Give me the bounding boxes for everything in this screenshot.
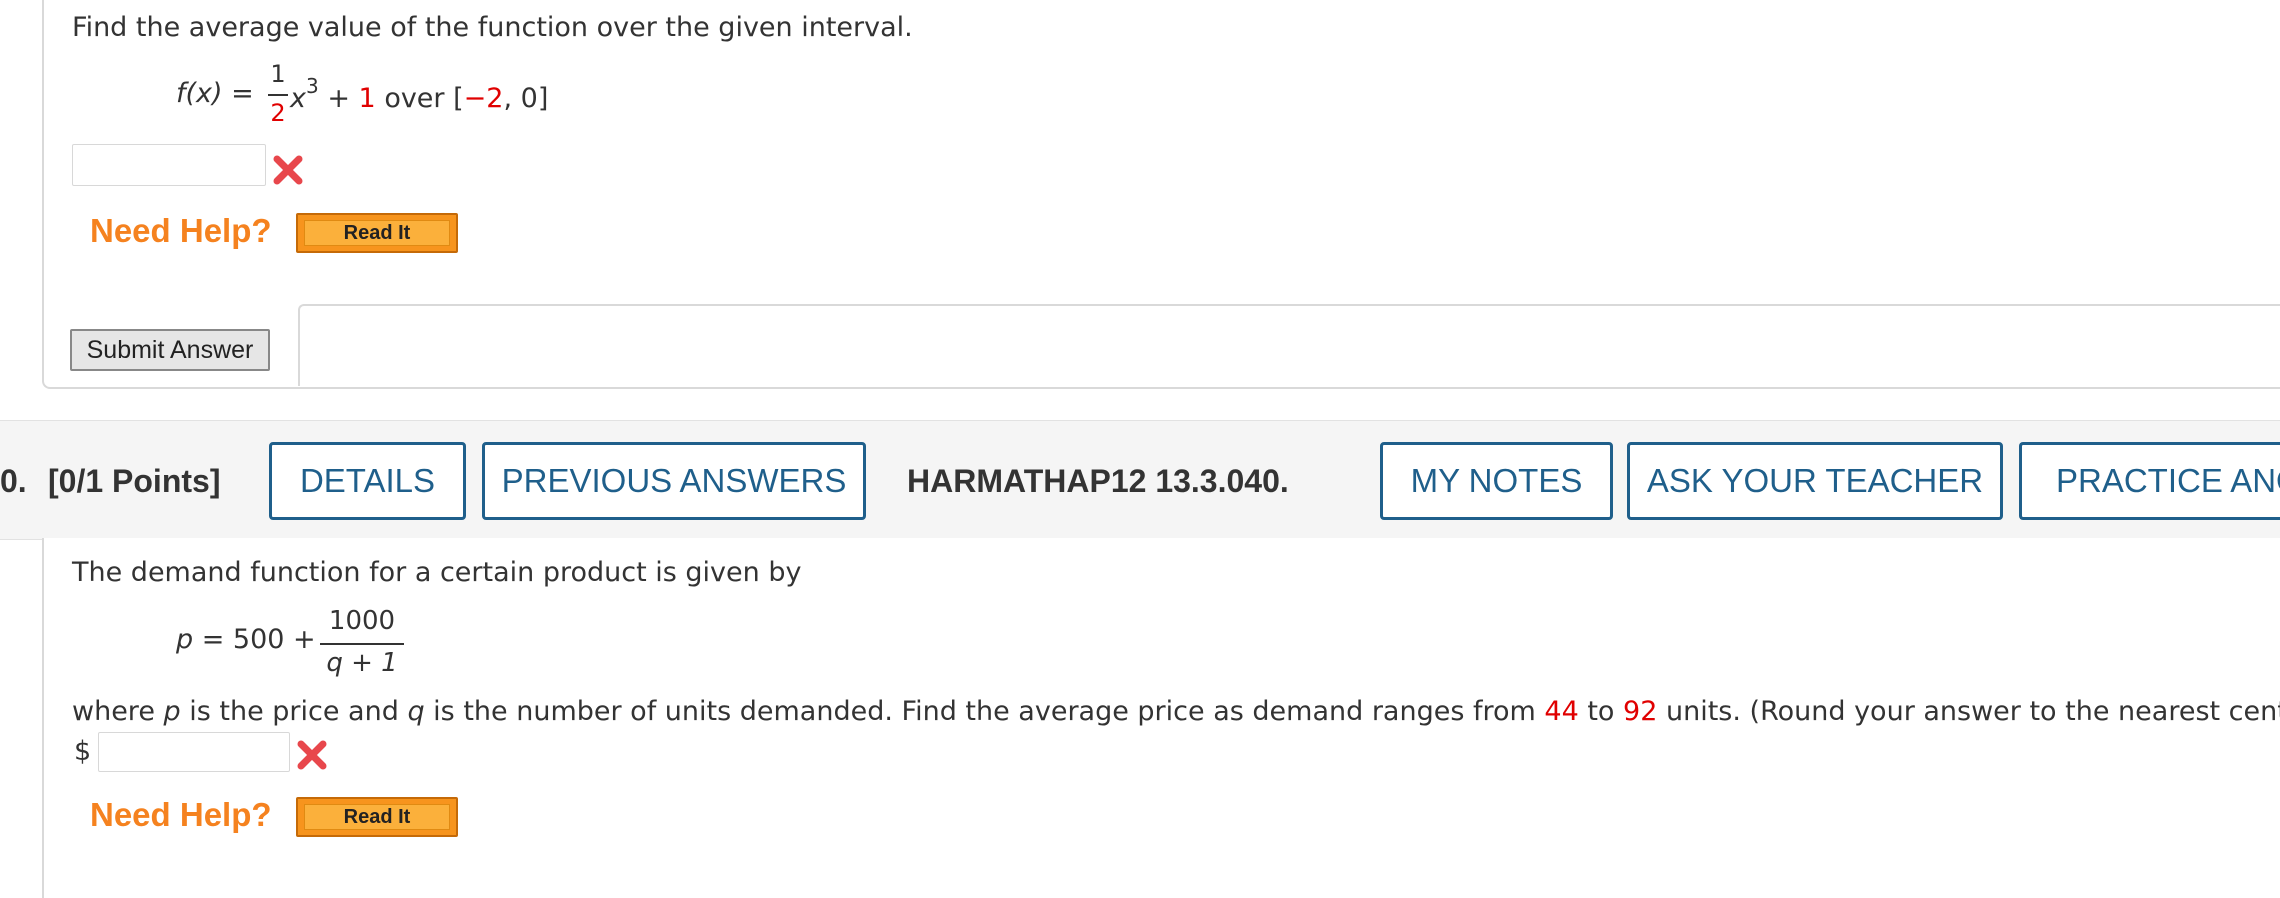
fraction-bar <box>268 94 288 96</box>
practice-another-button[interactable]: PRACTICE ANO <box>2019 442 2280 520</box>
average-price-input[interactable] <box>98 732 290 772</box>
submit-panel <box>298 304 2280 386</box>
function-rhs: x3 + 1 over [−2, 0] <box>290 74 549 114</box>
demand-equation-lhs: p = 500 + <box>176 624 316 655</box>
fraction-denominator: 2 <box>270 99 286 127</box>
close-icon <box>273 155 303 185</box>
demand-fraction-denominator: q + 1 <box>326 648 398 678</box>
function-lhs: f(x) = <box>176 78 254 109</box>
submit-answer-button[interactable]: Submit Answer <box>70 329 270 371</box>
question-points: [0/1 Points] <box>48 463 221 499</box>
my-notes-button[interactable]: MY NOTES <box>1380 442 1613 520</box>
problem-id: HARMATHAP12 13.3.040. <box>907 463 1289 499</box>
close-icon <box>297 740 327 770</box>
demand-prompt: The demand function for a certain produc… <box>72 557 802 588</box>
currency-symbol: $ <box>74 736 92 767</box>
fraction-numerator: 1 <box>270 60 286 88</box>
ask-your-teacher-button[interactable]: ASK YOUR TEACHER <box>1627 442 2003 520</box>
read-it-label: Read It <box>304 220 450 246</box>
read-it-button-2[interactable]: Read It <box>296 797 458 837</box>
need-help-label: Need Help? <box>90 212 272 249</box>
read-it-button[interactable]: Read It <box>296 213 458 253</box>
answer-input[interactable] <box>72 144 266 186</box>
question-prompt: Find the average value of the function o… <box>72 12 913 43</box>
details-button[interactable]: DETAILS <box>269 442 466 520</box>
demand-description: where p is the price and q is the number… <box>72 696 2280 727</box>
previous-answers-button[interactable]: PREVIOUS ANSWERS <box>482 442 866 520</box>
question-number: 0. <box>0 463 27 499</box>
read-it-label-2: Read It <box>304 804 450 830</box>
need-help-label-2: Need Help? <box>90 796 272 833</box>
demand-fraction-bar <box>320 643 404 645</box>
demand-fraction-numerator: 1000 <box>328 606 396 636</box>
